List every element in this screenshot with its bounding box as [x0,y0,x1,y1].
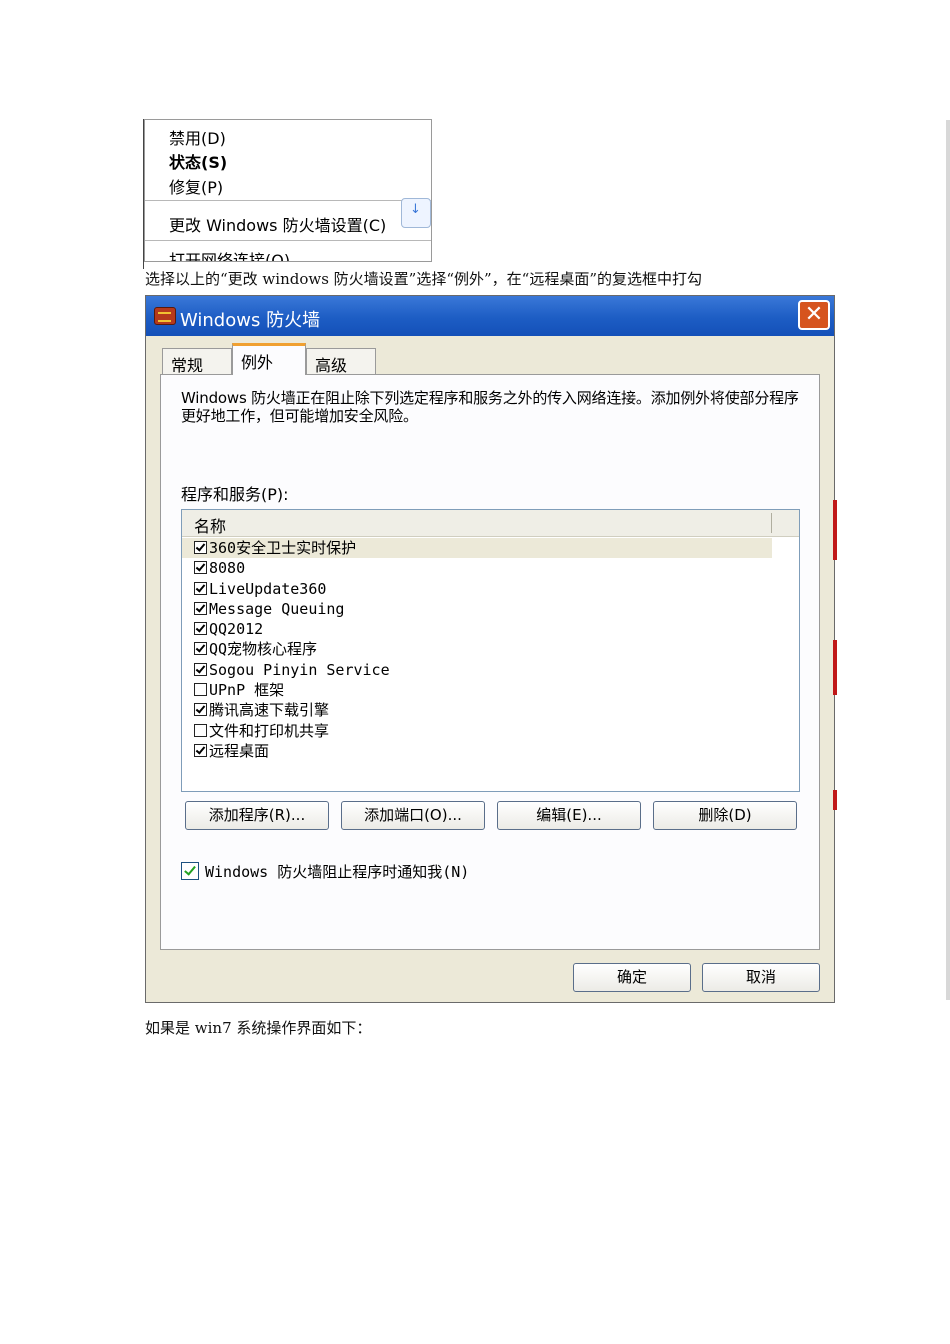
cancel-button[interactable]: 取消 [702,963,820,992]
program-checkbox[interactable] [194,601,207,615]
program-checkbox[interactable] [194,662,207,676]
exceptions-panel: Windows 防火墙正在阻止除下列选定程序和服务之外的传入网络连接。添加例外将… [160,374,820,950]
program-row[interactable]: 文件和打印机共享 [182,721,772,741]
column-header-name[interactable]: 名称 [194,513,226,537]
program-name: 文件和打印机共享 [209,721,330,740]
add-program-button[interactable]: 添加程序(R)... [185,801,329,830]
program-checkbox[interactable] [194,561,207,575]
program-row[interactable]: 8080 [182,558,772,578]
arrow-down-icon: ↓ [410,202,421,217]
edge-red-mark [833,640,837,695]
menu-separator [145,240,431,241]
edit-button[interactable]: 编辑(E)... [497,801,641,830]
notify-label: Windows 防火墙阻止程序时通知我(N) [205,863,470,881]
context-menu: 禁用(D) 状态(S) 修复(P) 更改 Windows 防火墙设置(C) ↓ … [144,119,432,262]
delete-button[interactable]: 删除(D) [653,801,797,830]
program-row[interactable]: Message Queuing [182,599,772,619]
edge-strip [946,120,950,1000]
program-name: UPnP 框架 [209,681,285,700]
program-checkbox[interactable] [194,642,207,656]
menu-item-change-firewall[interactable]: 更改 Windows 防火墙设置(C) [169,212,386,236]
program-name: 8080 [209,559,246,578]
program-name: QQ宠物核心程序 [209,640,318,659]
program-row[interactable]: QQ宠物核心程序 [182,639,772,659]
footer-paragraph: 如果是 win7 系统操作界面如下： [145,1019,372,1037]
description-text: Windows 防火墙正在阻止除下列选定程序和服务之外的传入网络连接。添加例外将… [181,389,799,425]
menu-item-open-connections[interactable]: 打开网络连接(O) [169,247,290,261]
menu-item-repair[interactable]: 修复(P) [169,174,223,198]
dialog-title: Windows 防火墙 [180,310,321,331]
program-checkbox[interactable] [194,622,207,636]
edge-red-mark [833,500,837,560]
program-name: LiveUpdate360 [209,579,327,598]
menu-separator [145,200,431,201]
list-header[interactable]: 名称 [182,510,799,537]
notification-balloon: ↓ [401,198,431,228]
program-name: 远程桌面 [209,741,270,760]
program-name: 360安全卫士实时保护 [209,539,357,557]
firewall-dialog: Windows 防火墙 ✕ 常规 例外 高级 Windows 防火墙正在阻止除下… [145,295,835,1003]
program-row[interactable]: 远程桌面 [182,741,772,761]
tab-general[interactable]: 常规 [162,348,232,375]
close-button[interactable]: ✕ [798,300,830,330]
tab-advanced[interactable]: 高级 [306,348,376,375]
program-checkbox[interactable] [194,541,207,554]
add-port-button[interactable]: 添加端口(O)... [341,801,485,830]
program-checkbox[interactable] [194,683,207,697]
program-checkbox[interactable] [194,581,207,595]
program-row[interactable]: Sogou Pinyin Service [182,660,772,680]
program-name: Message Queuing [209,599,345,618]
program-row[interactable]: LiveUpdate360 [182,579,772,599]
program-row[interactable]: 腾讯高速下载引擎 [182,700,772,720]
tab-exceptions[interactable]: 例外 [232,343,306,375]
firewall-icon [154,307,176,325]
menu-item-disable[interactable]: 禁用(D) [169,125,226,149]
program-name: 腾讯高速下载引擎 [209,701,330,720]
program-checkbox[interactable] [194,723,207,737]
program-checkbox[interactable] [194,743,207,757]
program-row[interactable]: 360安全卫士实时保护 [182,538,772,559]
program-checkbox[interactable] [194,703,207,717]
programs-list-label: 程序和服务(P): [181,485,289,504]
program-name: QQ2012 [209,620,264,639]
instruction-paragraph: 选择以上的“更改 windows 防火墙设置”选择“例外”，在“远程桌面”的复选… [145,270,703,288]
title-bar[interactable]: Windows 防火墙 ✕ [146,296,834,336]
program-row[interactable]: QQ2012 [182,619,772,639]
notify-option[interactable]: Windows 防火墙阻止程序时通知我(N) [181,861,469,882]
column-divider[interactable] [771,513,772,533]
program-name: Sogou Pinyin Service [209,660,390,679]
program-rows: 360安全卫士实时保护 8080 LiveUpdate360 Message Queu… [182,538,772,761]
ok-button[interactable]: 确定 [573,963,691,992]
notify-checkbox[interactable] [181,862,199,880]
menu-item-status[interactable]: 状态(S) [169,149,227,173]
program-row[interactable]: UPnP 框架 [182,680,772,700]
edge-red-mark [833,790,837,810]
programs-listbox[interactable]: 名称 360安全卫士实时保护 8080 LiveUpdate360 Message Q… [181,509,800,792]
